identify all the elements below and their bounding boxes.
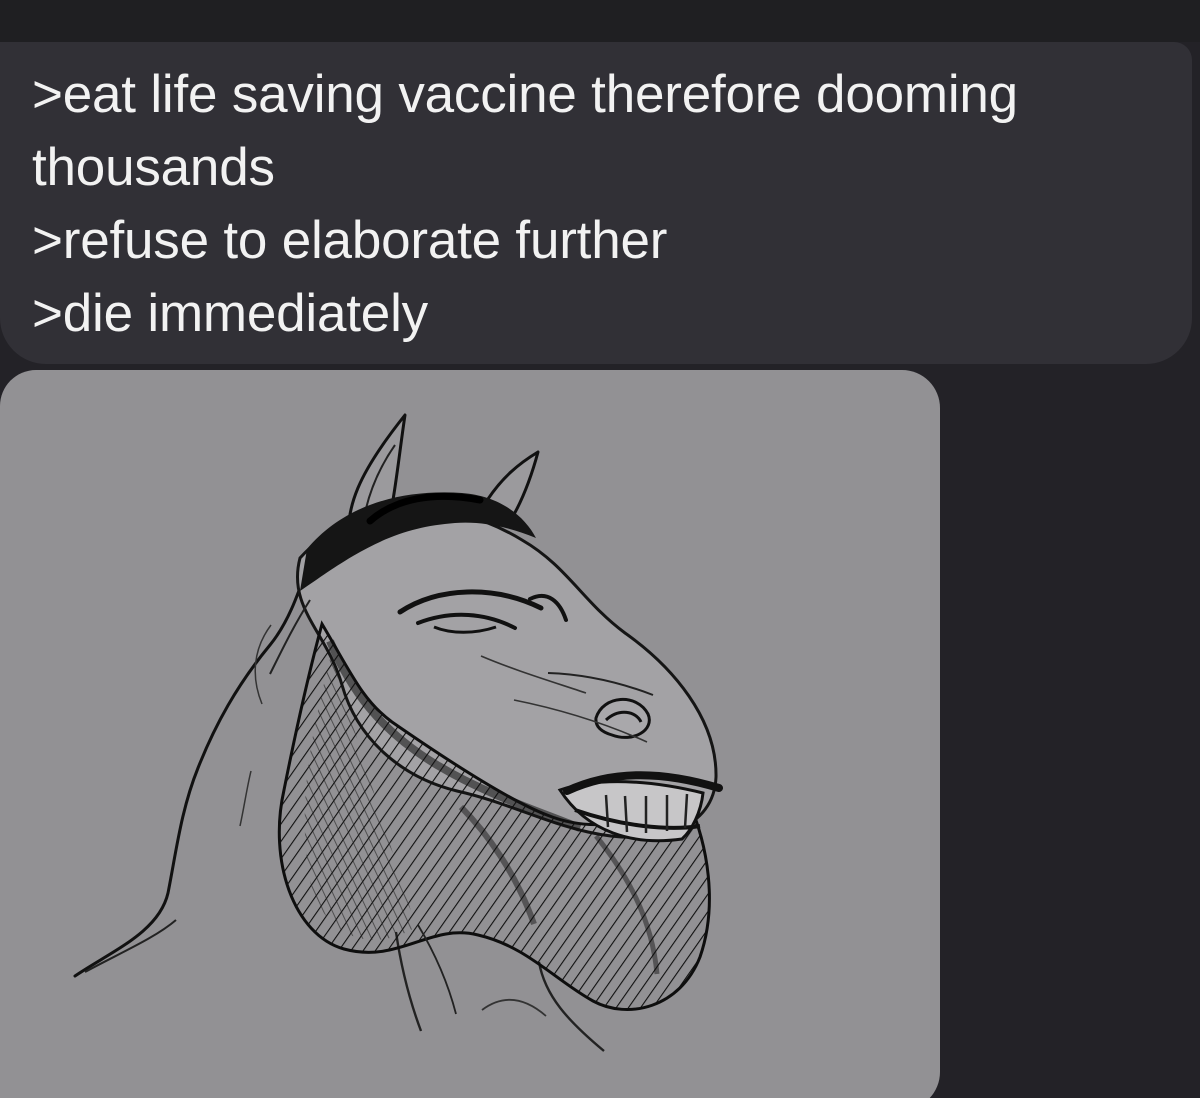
message-line-2: thousands: [32, 138, 275, 197]
top-status-strip: [0, 0, 1200, 42]
horse-drawing-image[interactable]: [0, 370, 940, 1098]
message-line-1: >eat life saving vaccine therefore doomi…: [32, 65, 1018, 124]
chat-screen: >eat life saving vaccine therefore doomi…: [0, 0, 1200, 1098]
text-message-bubble[interactable]: >eat life saving vaccine therefore doomi…: [0, 42, 1192, 364]
message-line-4: >die immediately: [32, 284, 428, 343]
image-message-bubble[interactable]: [0, 370, 940, 1098]
message-line-3: >refuse to elaborate further: [32, 211, 668, 270]
